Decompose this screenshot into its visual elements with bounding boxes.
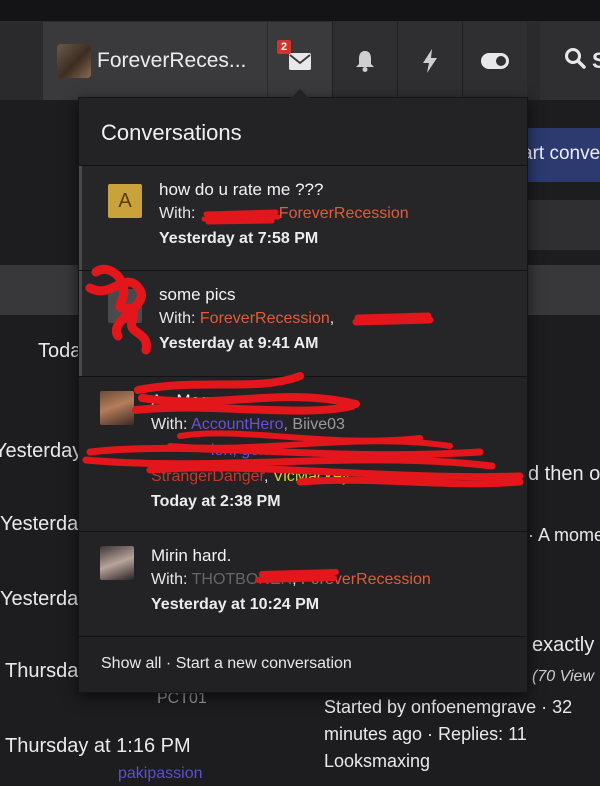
conversation-list: A how do u rate me ??? With: , ForeverRe…: [79, 165, 527, 637]
conversation-participants: ion, gen: [211, 442, 268, 459]
start-conversation-link[interactable]: Start a new conversation: [176, 655, 352, 672]
conversation-participants: With: AccountHero, Biive03: [151, 416, 345, 433]
conversation-participants: With: THOTBONER, ForeverRecession: [151, 571, 431, 588]
conversation-avatar: [108, 289, 142, 323]
search-icon: [564, 47, 586, 75]
conversation-participants: With: , ForeverRecession: [159, 205, 409, 222]
bg-date-label: Yesterday: [0, 440, 83, 462]
user-avatar: [57, 44, 91, 78]
bg-date-label: Toda: [38, 340, 82, 362]
lightning-icon: [422, 49, 438, 73]
conversation-subject[interactable]: Mirin hard.: [151, 545, 527, 567]
conversation-item[interactable]: some pics With: ForeverRecession, Yester…: [79, 270, 527, 376]
toggle-icon: [481, 53, 509, 69]
user-menu[interactable]: ForeverReces...: [43, 22, 267, 100]
conversations-badge: 2: [277, 40, 292, 54]
bg-forum-link[interactable]: Looksmaxing: [324, 751, 430, 772]
conversations-dropdown: Conversations A how do u rate me ??? Wit…: [78, 89, 528, 693]
bg-username[interactable]: pakipassion: [118, 765, 203, 783]
dropdown-title: Conversations: [101, 120, 242, 145]
conversation-item[interactable]: Ae Mega With: AccountHero, Biive03 ion, …: [79, 376, 527, 531]
bg-thread-snippet: d then o: [528, 463, 600, 485]
conversation-subject[interactable]: Ae Mega: [151, 390, 527, 412]
unread-marker: [79, 271, 82, 376]
footer-separator: ·: [161, 655, 176, 672]
alerts-button[interactable]: [333, 22, 397, 100]
conversation-item[interactable]: A how do u rate me ??? With: , ForeverRe…: [79, 165, 527, 270]
conversation-subject[interactable]: some pics: [159, 284, 527, 306]
background-row: [520, 200, 600, 250]
conversation-time: Today at 2:38 PM: [151, 493, 281, 510]
background-row: [0, 265, 90, 315]
conversation-time: Yesterday at 9:41 AM: [159, 335, 319, 352]
conversation-item[interactable]: Mirin hard. With: THOTBONER, ForeverRece…: [79, 531, 527, 637]
bg-thread-meta: Started by onfoenemgrave · 32: [324, 697, 573, 717]
dropdown-footer: Show all · Start a new conversation: [79, 636, 527, 692]
top-strip: [0, 0, 600, 22]
bg-date-label: Thursday at 1:16 PM: [5, 735, 191, 757]
conversation-time: Yesterday at 7:58 PM: [159, 230, 319, 247]
envelope-icon: [289, 52, 311, 70]
whats-new-button[interactable]: [398, 22, 462, 100]
style-toggle-button[interactable]: [463, 22, 527, 100]
conversation-avatar: [100, 546, 134, 580]
bg-date-label: Yesterda: [0, 513, 79, 535]
conversation-participants: StrangerDanger, VicMackey: [151, 468, 350, 485]
search-button[interactable]: S: [540, 22, 600, 100]
show-all-link[interactable]: Show all: [101, 655, 161, 672]
conversation-subject[interactable]: how do u rate me ???: [159, 179, 527, 201]
conversation-avatar: [100, 391, 134, 425]
bell-icon: [355, 50, 375, 72]
background-row: [520, 265, 600, 315]
bg-view-count: (70 View: [532, 668, 594, 685]
username: ForeverReces...: [97, 49, 247, 72]
conversation-avatar: A: [108, 184, 142, 218]
bg-date-label: Thursda: [5, 660, 79, 682]
conversation-participants: With: ForeverRecession,: [159, 310, 335, 327]
search-label: S: [592, 48, 600, 73]
bg-thread-title[interactable]: exactly: [532, 634, 594, 657]
bg-thread-snippet: · A mome: [528, 525, 600, 545]
unread-marker: [79, 166, 82, 270]
bg-thread-meta: minutes ago · Replies: 11: [324, 724, 527, 744]
dropdown-caret: [291, 89, 309, 98]
bg-date-label: Yesterda: [0, 588, 79, 610]
conversation-time: Yesterday at 10:24 PM: [151, 596, 320, 613]
